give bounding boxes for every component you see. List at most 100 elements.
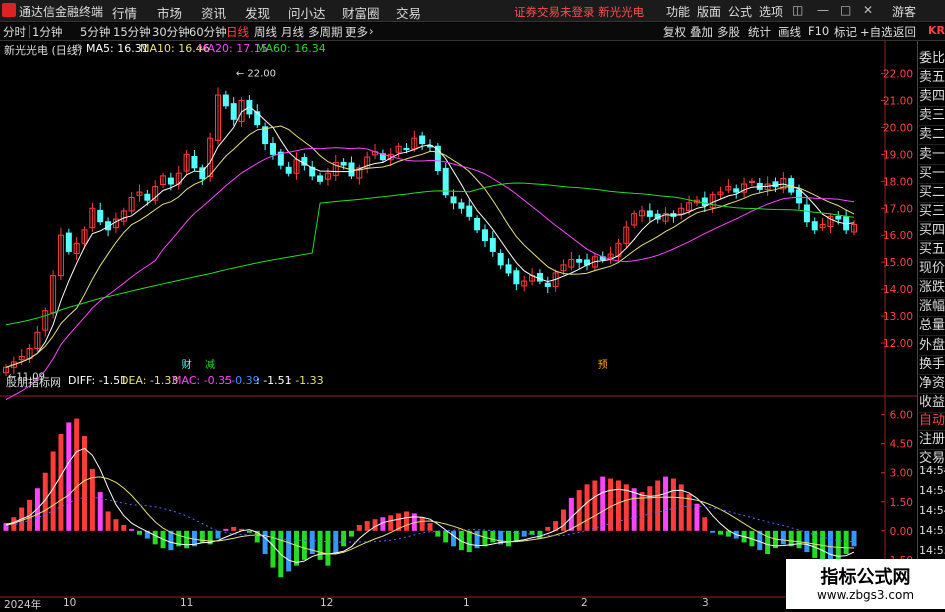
kr-badge: KR [928, 24, 945, 37]
y-tick-label: 16.00 [883, 230, 913, 242]
watermark-url: www.zbgs3.com [816, 588, 915, 602]
date-label: 3 [702, 597, 709, 609]
y-tick-label: 15.00 [883, 257, 913, 269]
candle-body [340, 161, 347, 166]
trade-time: 14:54 [919, 464, 945, 477]
candle-body [796, 189, 803, 204]
date-label: 10 [63, 597, 77, 609]
macd-bar [780, 530, 786, 545]
macd-bar [592, 480, 598, 531]
candle-body [505, 264, 512, 274]
macd-bar [388, 515, 394, 531]
macd-bar [545, 526, 551, 531]
candle-body [513, 270, 520, 285]
event-marker: 减 [205, 359, 215, 371]
candle-body [222, 94, 229, 107]
indicator-name: 股朋指标网 [6, 376, 61, 389]
macd-bar [623, 484, 629, 531]
candle-body [811, 221, 818, 231]
side-lower-item[interactable]: 自动 [919, 411, 945, 431]
candle-body [167, 177, 174, 185]
macd-bar [286, 530, 292, 572]
candle-body [254, 111, 261, 126]
macd-bar [835, 530, 841, 562]
candle-body [458, 202, 465, 209]
diff-line [5, 447, 855, 564]
macd-bar [702, 517, 708, 531]
candle-body [466, 205, 473, 217]
macd-bar [215, 530, 221, 539]
date-label: 12 [320, 597, 334, 609]
y-tick-label: 21.00 [883, 95, 913, 107]
macd-bar [121, 525, 127, 531]
macd-bar [686, 494, 692, 531]
macd-bar [223, 528, 229, 531]
settings-icon[interactable]: ⚙ [74, 43, 83, 54]
macd-y-tick-label: 0.00 [890, 526, 913, 538]
y-tick-label: 17.00 [883, 203, 913, 215]
side-item: 买三 [919, 202, 945, 222]
side-item: 卖二 [919, 125, 945, 146]
date-label: 2024年 [4, 599, 42, 611]
stock-name: 新光光电 (日线) [4, 44, 83, 57]
trade-time: 14:55 [919, 544, 945, 557]
candle-body [835, 215, 842, 220]
macd-bar [615, 480, 621, 531]
macd-bar [443, 530, 449, 543]
candle-body [403, 147, 410, 151]
side-lower-item[interactable]: 注册 [919, 430, 945, 450]
macd-bar [270, 530, 276, 568]
macd-bar [58, 434, 64, 531]
event-marker: 财 [182, 358, 192, 371]
side-item: 买四 [919, 221, 945, 241]
candle-body [269, 143, 276, 155]
y-tick-label: 13.00 [883, 311, 913, 323]
macd-bar [451, 530, 457, 547]
ma60-legend: MA60: 16.34 [256, 42, 326, 55]
macd-bar [113, 519, 119, 531]
candle-body [701, 197, 708, 207]
ma20-line [5, 147, 855, 401]
macd-bar [74, 418, 80, 531]
y-tick-label: 12.00 [883, 338, 913, 350]
extra3-legend: : -1.33 [288, 374, 324, 387]
side-item: 总量 [919, 316, 945, 337]
macd-bar [560, 509, 566, 531]
macd-bar [419, 517, 425, 531]
macd-bar [356, 525, 362, 531]
macd-bar [364, 521, 370, 531]
trade-time: 14:54 [919, 484, 945, 497]
macd-y-tick-label: 1.50 [890, 497, 913, 509]
extra2-legend: : -1.51 [256, 374, 292, 387]
macd-bar [105, 511, 111, 531]
candle-body [733, 188, 740, 193]
y-tick-label: 14.00 [883, 284, 913, 296]
macd-bar [843, 530, 849, 555]
candle-body [481, 229, 488, 242]
candle-body [772, 181, 779, 188]
macd-bar [694, 503, 700, 531]
macd-bar [427, 523, 433, 531]
y-tick-label: 18.00 [883, 176, 913, 188]
side-item: 卖四 [919, 87, 945, 108]
side-item: 外盘 [919, 336, 945, 356]
side-item: 现价 [919, 259, 945, 280]
macd-bar [403, 511, 409, 531]
extra1-legend: : -0.39 [224, 374, 260, 387]
macd-bar [670, 478, 676, 531]
macd-bar [568, 497, 574, 531]
macd-bar [136, 530, 142, 535]
macd-bar [152, 530, 158, 545]
side-item: 卖一 [919, 145, 945, 165]
side-item: 委比 [919, 49, 945, 69]
side-item: 买一 [919, 164, 945, 184]
ma10-line [5, 125, 855, 368]
chart-canvas[interactable]: 22.0021.0020.0019.0018.0017.0016.0015.00… [0, 0, 917, 609]
macd-bar [301, 530, 307, 560]
macd-bar [851, 530, 857, 547]
side-item: 卖五 [919, 68, 945, 89]
macd-bar [655, 480, 661, 531]
macd-bar [184, 530, 190, 549]
side-item: 涨跌 [919, 278, 945, 299]
side-item: 净资 [919, 374, 945, 394]
